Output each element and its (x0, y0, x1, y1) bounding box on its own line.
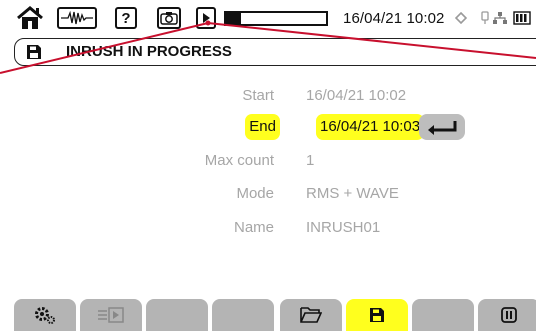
usb-icon (478, 6, 492, 30)
camera-icon[interactable] (157, 7, 181, 29)
max-count-label: Max count (204, 152, 274, 169)
max-count-value: 1 (306, 152, 315, 169)
pause-icon (501, 307, 517, 323)
save-icon (370, 308, 384, 322)
save-icon (27, 45, 41, 59)
page-title: INRUSH IN PROGRESS (66, 43, 232, 60)
screen-title-bar: INRUSH IN PROGRESS (14, 38, 536, 66)
tab-export[interactable] (80, 299, 142, 331)
gps-icon (454, 6, 468, 30)
recording-progress-fill (226, 13, 241, 24)
mode-row: Mode RMS + WAVE (0, 181, 536, 207)
mode-label: Mode (236, 185, 274, 202)
waveform-icon[interactable] (57, 7, 97, 29)
enter-icon (428, 121, 457, 135)
tab-settings[interactable] (14, 299, 76, 331)
end-row: End 16/04/21 10:03 (0, 114, 536, 140)
end-value-field[interactable]: 16/04/21 10:03 (316, 114, 425, 140)
status-bar: ? 16/04/21 10:02 (0, 0, 536, 36)
name-row: Name INRUSH01 (0, 215, 536, 241)
help-icon[interactable]: ? (115, 7, 137, 29)
name-label: Name (233, 219, 274, 236)
mode-value: RMS + WAVE (306, 185, 399, 202)
tab-empty-7[interactable] (412, 299, 474, 331)
tab-open[interactable] (280, 299, 342, 331)
gear-icon (35, 307, 55, 324)
end-label[interactable]: End (245, 114, 280, 140)
status-datetime: 16/04/21 10:02 (343, 10, 445, 27)
enter-button[interactable] (419, 114, 465, 140)
tab-empty-4[interactable] (212, 299, 274, 331)
network-icon (492, 6, 508, 30)
start-row: Start 16/04/21 10:02 (0, 83, 536, 109)
start-value: 16/04/21 10:02 (306, 87, 407, 104)
name-value: INRUSH01 (306, 219, 381, 236)
tab-pause[interactable] (478, 299, 536, 331)
tab-empty-3[interactable] (146, 299, 208, 331)
play-icon[interactable] (196, 7, 216, 29)
help-glyph: ? (121, 9, 131, 27)
bottom-tab-bar (0, 299, 536, 331)
export-icon (98, 307, 124, 323)
start-label: Start (242, 87, 274, 104)
max-count-row: Max count 1 (0, 148, 536, 174)
tab-save[interactable] (346, 299, 408, 331)
folder-icon (300, 307, 322, 323)
home-icon[interactable] (14, 6, 46, 30)
battery-icon (512, 6, 532, 30)
recording-progress-bar (224, 11, 328, 26)
